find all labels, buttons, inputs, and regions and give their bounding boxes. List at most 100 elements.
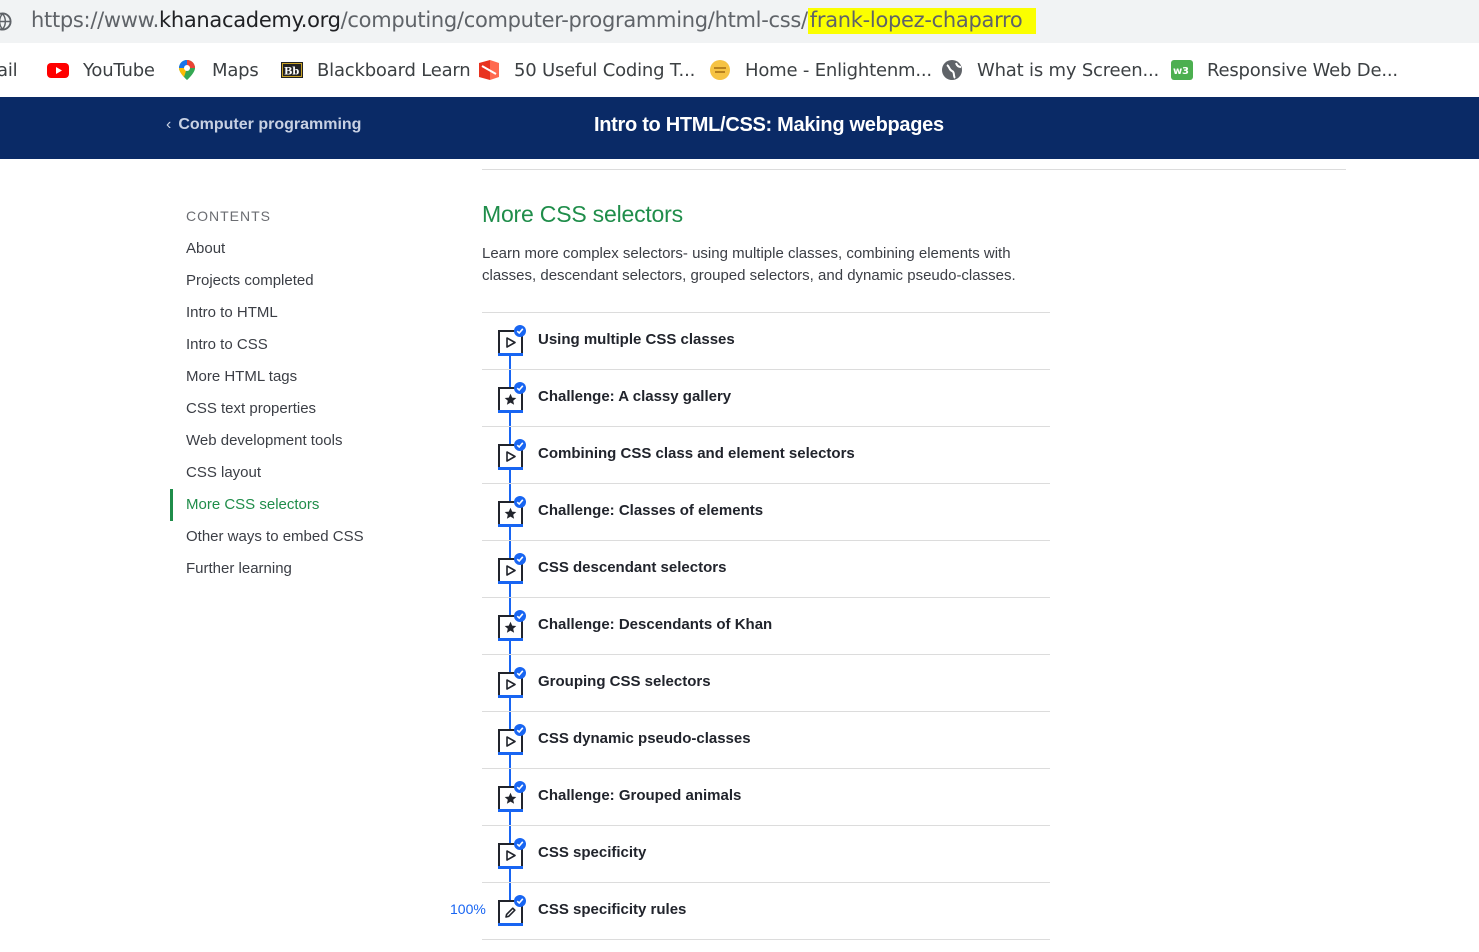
bookmark-label: ail [0, 59, 18, 81]
lesson-label: CSS dynamic pseudo-classes [538, 730, 751, 747]
sidebar-item-css-layout[interactable]: CSS layout [186, 464, 261, 481]
unit-title: Intro to HTML/CSS: Making webpages [594, 114, 944, 136]
progress-underline [498, 353, 523, 356]
completed-check-icon [514, 895, 526, 907]
completed-check-icon [514, 553, 526, 565]
sidebar-item-further-learning[interactable]: Further learning [186, 560, 292, 577]
back-to-course-link[interactable]: ‹ Computer programming [166, 116, 361, 134]
lesson-item[interactable]: Challenge: Descendants of Khan [482, 598, 1050, 655]
pencil-icon [505, 907, 516, 918]
lesson-item[interactable]: Combining CSS class and element selector… [482, 427, 1050, 484]
bookmarks-bar: ail YouTube Maps Bb Blackboard Learn 50 … [0, 43, 1479, 97]
coding-site-icon [479, 60, 499, 80]
sidebar-item-more-html-tags[interactable]: More HTML tags [186, 368, 297, 385]
section-title: More CSS selectors [482, 201, 683, 227]
play-icon [506, 736, 516, 747]
progress-percent: 100% [450, 901, 486, 917]
bookmark-youtube[interactable]: YouTube [47, 56, 155, 84]
completed-check-icon [514, 610, 526, 622]
sidebar-item-intro-css[interactable]: Intro to CSS [186, 336, 268, 353]
lesson-label: CSS specificity rules [538, 901, 687, 918]
url-domain: khanacademy.org [158, 8, 341, 32]
sidebar-item-about[interactable]: About [186, 240, 225, 257]
url-text[interactable]: https://www.khanacademy.org/computing/co… [31, 8, 1037, 34]
bookmark-enlightenment[interactable]: Home - Enlightenm... [709, 56, 932, 84]
sidebar-item-more-css-selectors[interactable]: More CSS selectors [186, 496, 319, 513]
youtube-icon [47, 63, 69, 78]
sidebar-item-projects-completed[interactable]: Projects completed [186, 272, 314, 289]
bookmark-maps[interactable]: Maps [176, 56, 259, 84]
back-label: Computer programming [178, 116, 362, 133]
progress-underline [498, 410, 523, 413]
sidebar-item-intro-html[interactable]: Intro to HTML [186, 304, 278, 321]
site-info-icon[interactable] [0, 12, 12, 31]
bookmark-label: Maps [212, 59, 259, 81]
sidebar-item-css-text-properties[interactable]: CSS text properties [186, 400, 316, 417]
progress-underline [498, 752, 523, 755]
progress-underline [498, 638, 523, 641]
lesson-item[interactable]: Challenge: Classes of elements [482, 484, 1050, 541]
progress-underline [498, 581, 523, 584]
bookmark-label: Blackboard Learn [317, 59, 471, 81]
star-icon [504, 507, 517, 519]
completed-check-icon [514, 439, 526, 451]
bookmark-coding-tips[interactable]: 50 Useful Coding T... [478, 56, 695, 84]
bookmark-blackboard[interactable]: Bb Blackboard Learn [281, 56, 471, 84]
lesson-item[interactable]: CSS specificity rules [482, 883, 1050, 940]
lesson-item[interactable]: Using multiple CSS classes [482, 313, 1050, 370]
section-description: Learn more complex selectors- using mult… [482, 245, 1016, 284]
bookmark-label: Responsive Web De... [1207, 59, 1398, 81]
progress-underline [498, 467, 523, 470]
lesson-label: CSS specificity [538, 844, 647, 861]
lesson-item[interactable]: CSS descendant selectors [482, 541, 1050, 598]
url-highlighted-segment: frank-lopez-chaparro [807, 8, 1037, 34]
lesson-item[interactable]: Challenge: A classy gallery [482, 370, 1050, 427]
enlightenment-icon [710, 60, 730, 80]
lesson-label: Challenge: Classes of elements [538, 502, 764, 519]
sidebar-item-other-ways-css[interactable]: Other ways to embed CSS [186, 528, 364, 545]
play-icon [506, 850, 516, 861]
lesson-label: Challenge: Descendants of Khan [538, 616, 773, 633]
bookmark-label: 50 Useful Coding T... [514, 59, 696, 81]
maps-pin-icon [179, 60, 195, 80]
globe-icon [942, 60, 962, 80]
lesson-label: Combining CSS class and element selector… [538, 445, 855, 462]
completed-check-icon [514, 382, 526, 394]
bookmark-label: Home - Enlightenm... [745, 59, 932, 81]
lesson-item[interactable]: Challenge: Grouped animals [482, 769, 1050, 826]
play-icon [506, 679, 516, 690]
lesson-label: Challenge: Grouped animals [538, 787, 742, 804]
lesson-label: Using multiple CSS classes [538, 331, 735, 348]
progress-underline [498, 923, 523, 926]
lesson-item[interactable]: CSS dynamic pseudo-classes [482, 712, 1050, 769]
divider [482, 169, 1346, 170]
completed-check-icon [514, 496, 526, 508]
bookmark-gmail[interactable]: ail [0, 56, 18, 84]
lesson-item[interactable]: Grouping CSS selectors [482, 655, 1050, 712]
bookmark-label: YouTube [83, 59, 155, 81]
lesson-label: CSS descendant selectors [538, 559, 727, 576]
url-path: /computing/computer-programming/html-css… [340, 8, 808, 32]
completed-check-icon [514, 724, 526, 736]
star-icon [504, 621, 517, 633]
blackboard-icon: Bb [281, 62, 303, 78]
address-bar[interactable]: https://www.khanacademy.org/computing/co… [0, 0, 1479, 43]
play-icon [506, 565, 516, 576]
completed-check-icon [514, 325, 526, 337]
w3schools-icon: w3 [1171, 60, 1193, 80]
completed-check-icon [514, 781, 526, 793]
progress-underline [498, 524, 523, 527]
bookmark-responsive[interactable]: w3 Responsive Web De... [1171, 56, 1398, 84]
completed-check-icon [514, 838, 526, 850]
lesson-label: Challenge: A classy gallery [538, 388, 732, 405]
bookmark-label: What is my Screen... [977, 59, 1160, 81]
lesson-item[interactable]: CSS specificity [482, 826, 1050, 883]
course-header: ‹ Computer programming Intro to HTML/CSS… [0, 97, 1479, 159]
progress-underline [498, 809, 523, 812]
play-icon [506, 337, 516, 348]
sidebar-item-web-dev-tools[interactable]: Web development tools [186, 432, 342, 449]
contents-heading: CONTENTS [186, 208, 271, 224]
progress-underline [498, 695, 523, 698]
star-icon [504, 393, 517, 405]
bookmark-screen[interactable]: What is my Screen... [941, 56, 1159, 84]
